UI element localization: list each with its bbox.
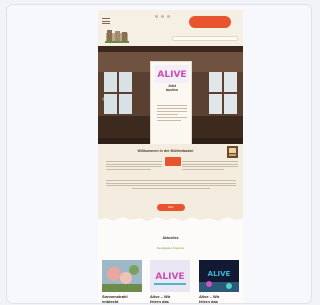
hamburger-menu-icon[interactable] <box>102 18 110 24</box>
svg-text:ALIVE: ALIVE <box>208 270 231 278</box>
news-caption-2[interactable]: Alive – Wir feiern das <box>150 294 192 304</box>
news-caption-2-line2: feiern das <box>150 299 169 304</box>
svg-text:ALIVE: ALIVE <box>157 70 186 80</box>
welcome-text-right <box>182 161 238 171</box>
welcome-heading: Willkommen in der Mühlenbastei <box>137 149 194 153</box>
news-subheading: Neuigkeiten & Events <box>157 246 184 250</box>
booking-title-line2: buchen <box>165 88 179 93</box>
news-caption-1[interactable]: Sonnenstrahl entdeckt <box>102 294 144 304</box>
hero-banner: ‹ › ALIVE Jetzt buchen <box>98 46 243 144</box>
svg-text:ALIVE: ALIVE <box>155 272 184 282</box>
page-indicator-dots <box>155 15 170 18</box>
welcome-text-left <box>106 161 162 171</box>
booking-title: Jetzt buchen <box>156 84 188 92</box>
website-preview[interactable]: ‹ › ALIVE Jetzt buchen Willkommen in der… <box>98 10 243 304</box>
booking-text <box>157 105 187 123</box>
news-thumb-2[interactable]: ALIVE <box>150 260 190 292</box>
welcome-text-body <box>106 180 236 190</box>
welcome-more-button[interactable]: Mehr <box>157 204 185 211</box>
news-caption-1-line2: entdeckt <box>102 299 119 304</box>
preview-card: ‹ › ALIVE Jetzt buchen Willkommen in der… <box>6 4 312 304</box>
award-badge-icon <box>227 146 238 158</box>
alive-logo: ALIVE <box>155 65 189 83</box>
news-thumb-1[interactable] <box>102 260 142 292</box>
news-thumb-3[interactable]: ALIVE <box>199 260 239 292</box>
hero-next-icon[interactable]: › <box>234 96 236 103</box>
news-caption-3[interactable]: Alive – Wir feiern das <box>199 294 241 304</box>
site-logo[interactable] <box>104 28 130 43</box>
site-header <box>98 10 243 46</box>
news-section: Aktuelles Neuigkeiten & Events ALIVE ALI… <box>98 222 243 304</box>
header-cta-button[interactable] <box>189 16 231 28</box>
news-caption-3-line2: feiern das <box>199 299 218 304</box>
hero-prev-icon[interactable]: ‹ <box>102 96 104 103</box>
news-heading: Aktuelles <box>162 236 179 240</box>
welcome-accent-block <box>165 157 181 166</box>
search-input[interactable] <box>172 36 238 41</box>
booking-card: ALIVE Jetzt buchen <box>150 61 192 144</box>
